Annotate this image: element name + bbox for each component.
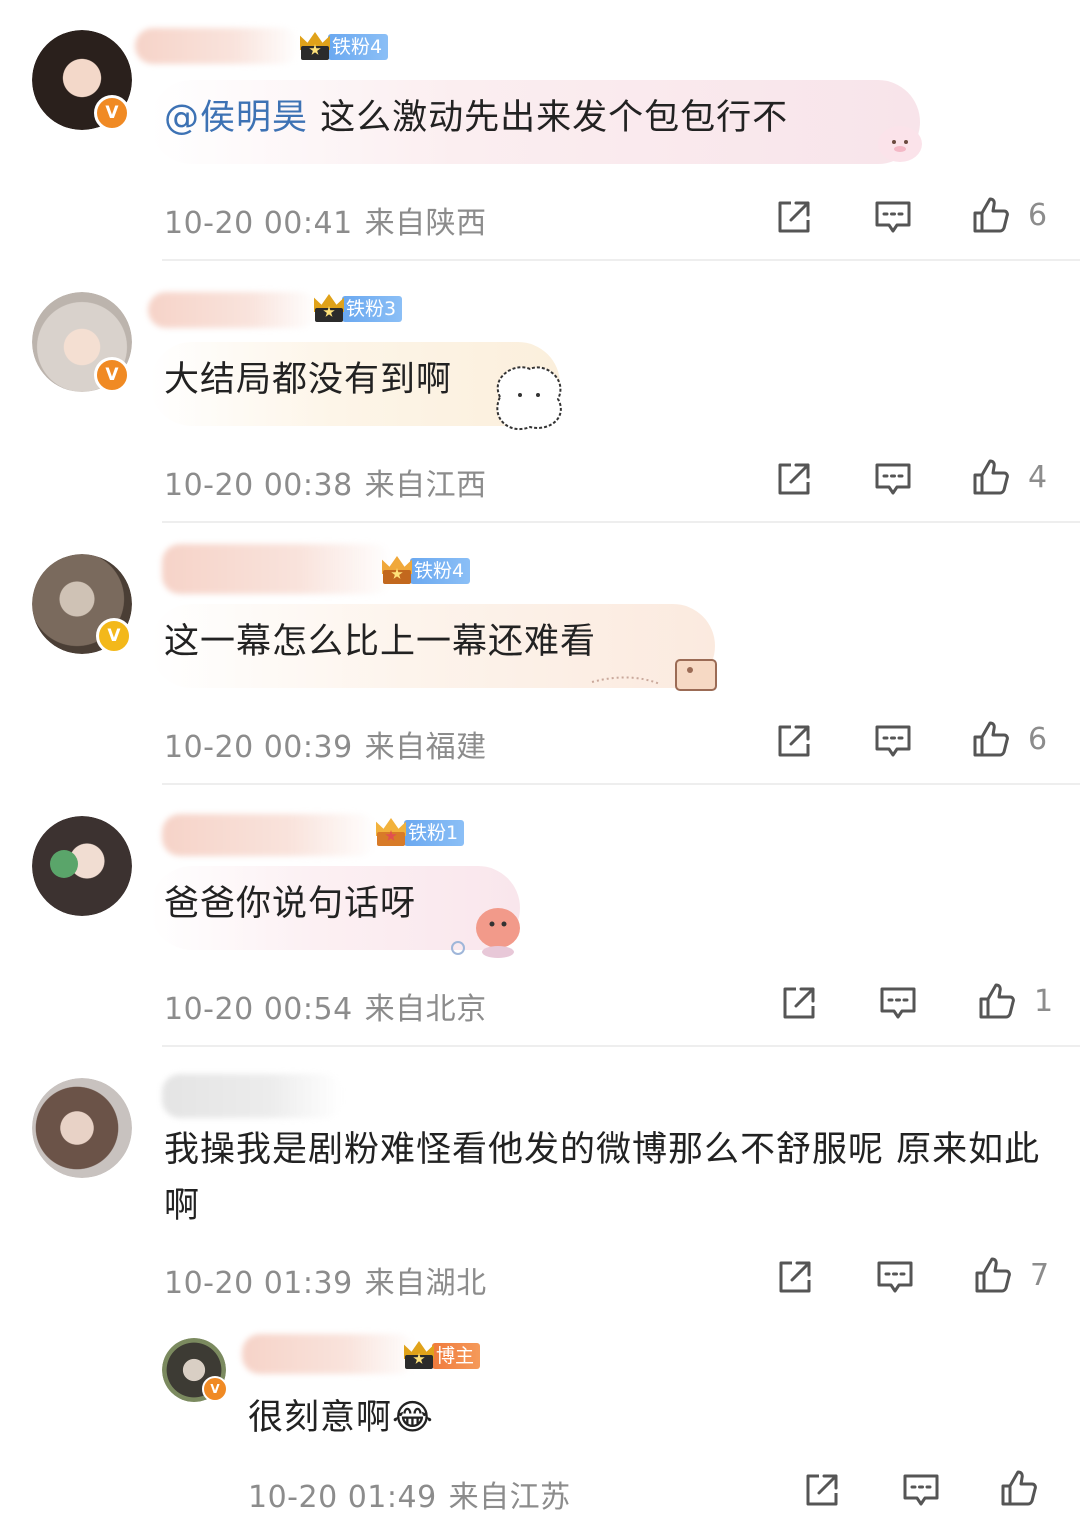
host-badge[interactable]: 博主 xyxy=(402,1341,481,1371)
comment-icon[interactable] xyxy=(873,721,913,761)
like-count: 4 xyxy=(1028,460,1048,495)
avatar[interactable] xyxy=(32,1078,132,1178)
reply-meta: 10-20 01:49 来自江苏 xyxy=(248,1472,571,1516)
comment-item: 铁粉1 爸爸你说句话呀 10-20 00:54 来自北京 1 xyxy=(0,786,1080,1048)
comment-meta: 10-20 01:39 来自湖北 xyxy=(164,1258,487,1302)
share-icon[interactable] xyxy=(802,1470,842,1510)
like-count: 1 xyxy=(1034,984,1054,1019)
comment-text: 大结局都没有到啊 xyxy=(164,360,453,400)
comment-icon[interactable] xyxy=(878,983,918,1023)
username-blurred[interactable] xyxy=(162,1074,342,1118)
thumbs-up-icon[interactable] xyxy=(971,719,1011,759)
reply-text: 很刻意啊😂 xyxy=(248,1398,434,1438)
thumbs-up-icon[interactable] xyxy=(999,1468,1039,1508)
share-icon[interactable] xyxy=(774,459,814,499)
fan-badge-label: 铁粉4 xyxy=(328,34,389,60)
location: 来自陕西 xyxy=(364,206,487,241)
fan-badge-label: 铁粉4 xyxy=(410,558,471,584)
mention-link[interactable]: @侯明昊 xyxy=(164,98,308,138)
timestamp: 10-20 00:54 xyxy=(164,992,353,1027)
thumbs-up-icon[interactable] xyxy=(973,1255,1013,1295)
comment-meta: 10-20 00:38 来自江西 xyxy=(164,460,487,504)
username-blurred[interactable] xyxy=(162,814,377,856)
fan-badge-label: 铁粉3 xyxy=(342,296,403,322)
username-blurred[interactable] xyxy=(135,28,300,64)
fan-badge[interactable]: 铁粉4 xyxy=(380,556,471,586)
sticker-decoration xyxy=(590,642,730,702)
location: 来自湖北 xyxy=(364,1266,487,1301)
sticker-decoration xyxy=(868,118,932,170)
verified-badge: V xyxy=(96,618,132,654)
location: 来自福建 xyxy=(364,730,487,765)
share-icon[interactable] xyxy=(779,983,819,1023)
divider xyxy=(162,1045,1080,1047)
comment-meta: 10-20 00:41 来自陕西 xyxy=(164,198,487,242)
timestamp: 10-20 00:38 xyxy=(164,468,353,503)
comment-icon[interactable] xyxy=(875,1257,915,1297)
comment-item: V 铁粉4 这一幕怎么比上一幕还难看 10-20 00:39 来自福建 6 xyxy=(0,524,1080,786)
username-blurred[interactable] xyxy=(242,1334,417,1374)
divider xyxy=(162,521,1080,523)
divider xyxy=(162,259,1080,261)
comment-item: V 铁粉4 @侯明昊 这么激动先出来发个包包行不 10-20 00:41 来自陕西… xyxy=(0,0,1080,262)
comment-icon[interactable] xyxy=(873,459,913,499)
like-count: 6 xyxy=(1028,198,1048,233)
comment-icon[interactable] xyxy=(901,1470,941,1510)
username-blurred[interactable] xyxy=(162,544,392,594)
sticker-decoration xyxy=(480,357,575,437)
crown-icon xyxy=(402,1341,436,1371)
comment-text: @侯明昊 这么激动先出来发个包包行不 xyxy=(164,90,788,146)
reply-item: V 博主 很刻意啊😂 10-20 01:49 来自江苏 xyxy=(0,1318,1080,1535)
location: 来自江苏 xyxy=(448,1480,571,1515)
location: 来自江西 xyxy=(364,468,487,503)
fan-badge-label: 铁粉1 xyxy=(404,820,465,846)
crown-icon xyxy=(374,818,408,848)
location: 来自北京 xyxy=(364,992,487,1027)
fan-badge[interactable]: 铁粉1 xyxy=(374,818,465,848)
comment-text: 我操我是剧粉难怪看他发的微博那么不舒服呢 原来如此啊 xyxy=(164,1130,1041,1226)
comment-text: 爸爸你说句话呀 xyxy=(164,884,417,924)
thumbs-up-icon[interactable] xyxy=(971,457,1011,497)
divider xyxy=(162,783,1080,785)
timestamp: 10-20 00:41 xyxy=(164,206,353,241)
fan-badge[interactable]: 铁粉4 xyxy=(298,32,389,62)
comment-item: 我操我是剧粉难怪看他发的微博那么不舒服呢 原来如此啊 10-20 01:39 来自… xyxy=(0,1048,1080,1535)
crown-icon xyxy=(380,556,414,586)
fan-badge[interactable]: 铁粉3 xyxy=(312,294,403,324)
comment-body: 这么激动先出来发个包包行不 xyxy=(320,98,789,138)
thumbs-up-icon[interactable] xyxy=(971,195,1011,235)
timestamp: 10-20 01:49 xyxy=(248,1480,437,1515)
username-blurred[interactable] xyxy=(148,292,318,328)
share-icon[interactable] xyxy=(774,721,814,761)
thumbs-up-icon[interactable] xyxy=(977,981,1017,1021)
share-icon[interactable] xyxy=(774,197,814,237)
timestamp: 10-20 01:39 xyxy=(164,1266,353,1301)
timestamp: 10-20 00:39 xyxy=(164,730,353,765)
avatar[interactable] xyxy=(32,816,132,916)
share-icon[interactable] xyxy=(775,1257,815,1297)
comment-text: 这一幕怎么比上一幕还难看 xyxy=(164,622,597,662)
comment-meta: 10-20 00:54 来自北京 xyxy=(164,984,487,1028)
comment-item: V 铁粉3 大结局都没有到啊 10-20 00:38 来自江西 4 xyxy=(0,262,1080,524)
verified-badge: V xyxy=(202,1376,228,1402)
like-count: 6 xyxy=(1028,722,1048,757)
verified-badge: V xyxy=(94,357,130,393)
verified-badge: V xyxy=(94,95,130,131)
crown-icon xyxy=(312,294,346,324)
crown-icon xyxy=(298,32,332,62)
comment-icon[interactable] xyxy=(873,197,913,237)
host-badge-label: 博主 xyxy=(432,1343,481,1369)
like-count: 7 xyxy=(1030,1258,1050,1293)
comment-meta: 10-20 00:39 来自福建 xyxy=(164,722,487,766)
sticker-decoration xyxy=(440,898,530,962)
